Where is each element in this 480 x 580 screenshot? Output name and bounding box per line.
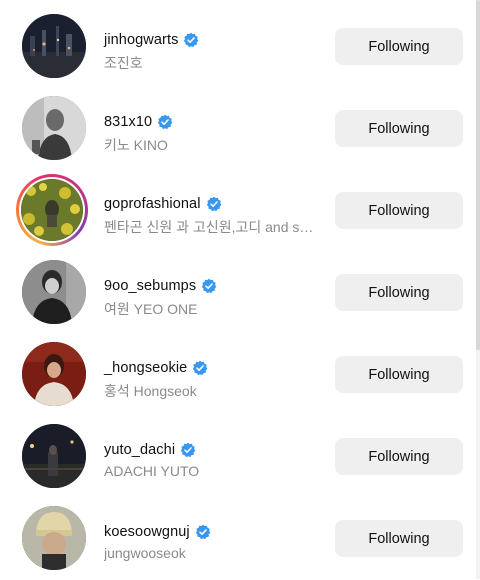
account-info: _hongseokie 홍석 Hongseok xyxy=(104,358,324,401)
bw-portrait-icon xyxy=(22,96,86,160)
avatar[interactable] xyxy=(22,260,86,324)
full-name: 조진호 xyxy=(104,55,143,71)
username[interactable]: jinhogwarts xyxy=(104,32,178,48)
red-background-portrait-icon xyxy=(22,342,86,406)
verified-badge-icon xyxy=(202,278,217,294)
username[interactable]: koesoowgnuj xyxy=(104,524,190,540)
following-button[interactable]: Following xyxy=(335,192,463,229)
list-item[interactable]: jinhogwarts 조진호 Following xyxy=(0,6,476,88)
list-item[interactable]: yuto_dachi ADACHI YUTO Following xyxy=(0,416,476,498)
full-name: jungwooseok xyxy=(104,545,186,561)
avatar[interactable] xyxy=(22,96,86,160)
account-info: goprofashional 펜타곤 신원 과 고신원,고디 and shi..… xyxy=(104,194,324,237)
dark-city-night-icon xyxy=(22,14,86,78)
account-info: 9oo_sebumps 여원 YEO ONE xyxy=(104,276,324,319)
account-info: koesoowgnuj jungwooseok xyxy=(104,522,324,561)
following-button[interactable]: Following xyxy=(335,274,463,311)
username[interactable]: 9oo_sebumps xyxy=(104,278,196,294)
full-name: ADACHI YUTO xyxy=(104,463,200,479)
bw-sweater-portrait-icon xyxy=(22,260,86,324)
following-button[interactable]: Following xyxy=(335,110,463,147)
username[interactable]: yuto_dachi xyxy=(104,442,175,458)
avatar[interactable] xyxy=(22,506,86,570)
verified-badge-icon xyxy=(184,32,199,48)
account-info: jinhogwarts 조진호 xyxy=(104,30,324,73)
full-name: 키노 KINO xyxy=(104,137,168,153)
list-item[interactable]: goprofashional 펜타곤 신원 과 고신원,고디 and shi..… xyxy=(0,170,476,252)
avatar xyxy=(21,179,83,241)
full-name: 여원 YEO ONE xyxy=(104,301,198,317)
list-item[interactable]: 831x10 키노 KINO Following xyxy=(0,88,476,170)
following-button[interactable]: Following xyxy=(335,28,463,65)
avatar[interactable] xyxy=(22,14,86,78)
verified-badge-icon xyxy=(193,360,208,376)
yellow-flowers-photo-icon xyxy=(21,179,83,241)
verified-badge-icon xyxy=(206,196,221,212)
list-item[interactable]: 9oo_sebumps 여원 YEO ONE Following xyxy=(0,252,476,334)
following-button[interactable]: Following xyxy=(335,438,463,475)
avatar[interactable] xyxy=(22,424,86,488)
username[interactable]: goprofashional xyxy=(104,196,201,212)
account-info: yuto_dachi ADACHI YUTO xyxy=(104,440,324,479)
full-name: 펜타곤 신원 과 고신원,고디 and shi... xyxy=(104,219,318,235)
full-name: 홍석 Hongseok xyxy=(104,383,197,399)
verified-badge-icon xyxy=(180,442,196,458)
night-street-photo-icon xyxy=(22,424,86,488)
verified-badge-icon xyxy=(157,114,173,130)
scrollbar-thumb[interactable] xyxy=(476,0,480,350)
account-info: 831x10 키노 KINO xyxy=(104,112,324,155)
following-button[interactable]: Following xyxy=(335,356,463,393)
username[interactable]: 831x10 xyxy=(104,114,152,130)
list-item[interactable]: _hongseokie 홍석 Hongseok Following xyxy=(0,334,476,416)
avatar[interactable] xyxy=(22,342,86,406)
following-button[interactable]: Following xyxy=(335,520,463,557)
story-ring[interactable] xyxy=(16,174,88,246)
list-item[interactable]: koesoowgnuj jungwooseok Following xyxy=(0,498,476,580)
verified-badge-icon xyxy=(195,524,211,540)
username[interactable]: _hongseokie xyxy=(104,360,187,376)
beanie-portrait-icon xyxy=(22,506,86,570)
scrollbar-track[interactable] xyxy=(476,0,480,579)
